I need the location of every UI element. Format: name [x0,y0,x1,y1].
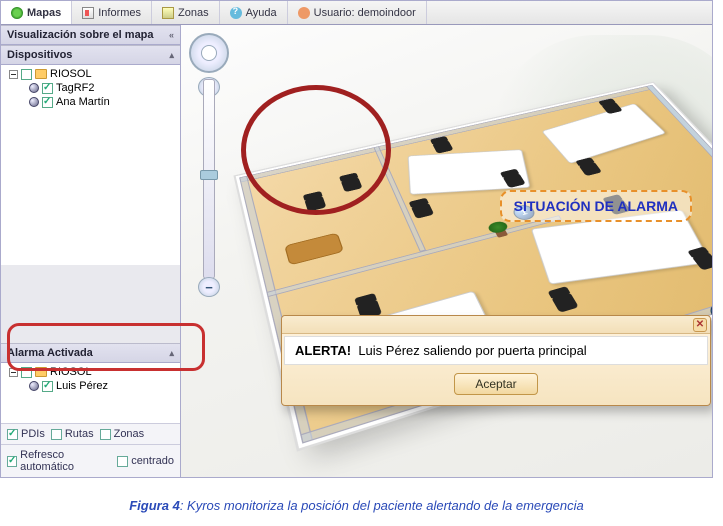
device-icon [29,97,39,107]
desk [541,103,666,164]
pan-compass[interactable] [189,33,229,73]
globe-icon [11,7,23,19]
alert-text: Luis Pérez saliendo por puerta principal [358,343,586,358]
alert-title: ALERTA! [295,343,351,358]
chair [341,177,363,192]
chair [432,140,454,154]
chair [691,252,712,271]
map-viewport[interactable]: + − [181,25,712,477]
device-icon [29,381,39,391]
figure-label: Figura 4 [129,498,180,513]
floorplan-3d: 1 2 3 [201,69,712,477]
alarm-situation-callout: SITUACIÓN DE ALARMA [500,190,692,222]
check-centrado[interactable]: centrado [117,455,174,467]
close-button[interactable]: ✕ [693,318,707,332]
checkbox[interactable] [42,381,53,392]
zone-icon [162,7,174,19]
alert-dialog: ✕ ALERTA! Luis Pérez saliendo por puerta… [281,315,711,406]
figure-caption: Figura 4: Kyros monitoriza la posición d… [0,478,713,513]
tab-mapas[interactable]: Mapas [1,1,72,24]
user-icon [298,7,310,19]
collapse-icon[interactable]: « [169,30,174,40]
check-rutas[interactable]: Rutas [51,428,94,440]
tab-label: Ayuda [246,7,277,19]
sidebar: Visualización sobre el mapa « Dispositiv… [1,25,181,477]
checkbox[interactable] [42,83,53,94]
report-icon [82,7,94,19]
panel-visualization[interactable]: Visualización sobre el mapa « [1,25,180,45]
tree-item-luis[interactable]: Luis Pérez [7,379,180,393]
alert-titlebar[interactable]: ✕ [282,316,710,334]
chair [411,202,435,219]
tab-label: Mapas [27,7,61,19]
accept-button[interactable]: Aceptar [454,373,537,395]
tab-usuario[interactable]: Usuario: demoindoor [288,1,427,24]
zoom-out-button[interactable]: − [198,277,220,297]
tree-item-ana[interactable]: Ana Martín [7,95,180,109]
panel-title: Visualización sobre el mapa [7,29,154,41]
collapse-icon[interactable]: ▴ [169,348,174,359]
tree-root-riosol-alarm[interactable]: RIOSOL [7,365,180,379]
expand-toggle-icon[interactable] [9,70,18,79]
tree-root-riosol[interactable]: RIOSOL [7,67,180,81]
main-toolbar: Mapas Informes Zonas Ayuda Usuario: demo… [1,1,712,25]
tab-ayuda[interactable]: Ayuda [220,1,288,24]
checkbox[interactable] [21,69,32,80]
alert-message: ALERTA! Luis Pérez saliendo por puerta p… [284,336,708,365]
collapse-icon[interactable]: ▴ [169,50,174,61]
alarm-tree: RIOSOL Luis Pérez [1,363,180,423]
devices-tree: RIOSOL TagRF2 Ana Martín [1,65,180,265]
tab-label: Usuario: demoindoor [314,7,416,19]
panel-devices[interactable]: Dispositivos ▴ [1,45,180,65]
panel-alarm[interactable]: Alarma Activada ▴ [1,343,180,363]
checkbox[interactable] [42,97,53,108]
tree-item-tagrf2[interactable]: TagRF2 [7,81,180,95]
folder-icon [35,367,47,377]
panel-title: Dispositivos [7,49,72,61]
tab-label: Zonas [178,7,209,19]
options-row-2: Refresco automático centrado [1,444,180,477]
tree-label: RIOSOL [50,68,92,80]
check-zonas[interactable]: Zonas [100,428,145,440]
chair [578,161,602,176]
chair [551,292,579,313]
expand-toggle-icon[interactable] [9,368,18,377]
tree-label: RIOSOL [50,366,92,378]
tab-label: Informes [98,7,141,19]
tab-zonas[interactable]: Zonas [152,1,220,24]
checkbox[interactable] [21,367,32,378]
check-pdis[interactable]: PDIs [7,428,45,440]
tree-label: TagRF2 [56,82,95,94]
help-icon [230,7,242,19]
tab-informes[interactable]: Informes [72,1,152,24]
figure-text: : Kyros monitoriza la posición del pacie… [180,498,584,513]
folder-icon [35,69,47,79]
tree-label: Luis Pérez [56,380,108,392]
device-icon [29,83,39,93]
tree-label: Ana Martín [56,96,110,108]
chair [304,195,326,211]
check-refresco[interactable]: Refresco automático [7,449,111,473]
options-row-1: PDIs Rutas Zonas [1,423,180,444]
panel-title: Alarma Activada [7,347,93,359]
alert-actions: Aceptar [282,367,710,405]
couch [284,232,344,265]
